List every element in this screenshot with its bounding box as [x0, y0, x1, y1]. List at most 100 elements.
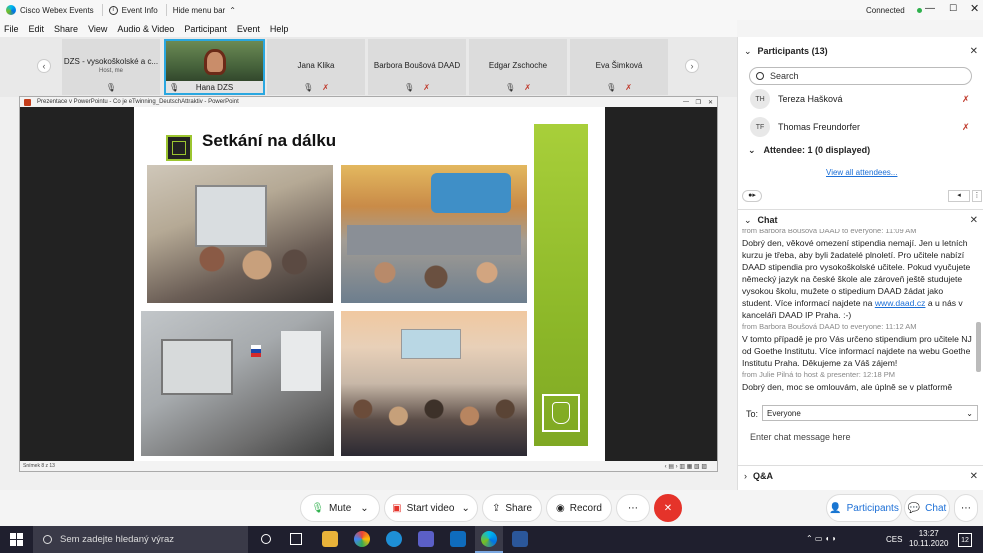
slide-photo [147, 165, 333, 303]
view-all-attendees-link[interactable]: View all attendees... [826, 168, 897, 177]
strip-prev-button[interactable]: ‹ [37, 59, 51, 73]
edge-icon[interactable] [386, 531, 402, 547]
teams-icon[interactable] [418, 531, 434, 547]
more-options-button[interactable]: ⋯ [616, 494, 650, 522]
video-off-icon: ▣ [392, 502, 402, 514]
chat-scrollbar[interactable] [976, 322, 981, 372]
slide-logo-icon [166, 135, 192, 161]
participant-tile-host[interactable]: DZS - vysokoškolské a c... Host, me 🎙 [62, 39, 161, 95]
info-icon: i [108, 5, 118, 15]
share-button[interactable]: ⇪ Share [482, 494, 542, 522]
people-icon: 👤 [829, 502, 842, 514]
menu-file[interactable]: File [4, 24, 19, 34]
minimize-button[interactable]: — [925, 3, 935, 14]
person-silhouette [204, 49, 226, 75]
menu-audio-video[interactable]: Audio & Video [117, 24, 174, 34]
chevron-up-icon: ⌃ [229, 5, 236, 15]
chrome-icon[interactable] [354, 531, 370, 547]
chevron-down-icon: ⌄ [744, 214, 752, 225]
qa-panel-header[interactable]: › Q&A ✕ [738, 467, 983, 485]
clock[interactable]: 13:27 10.11.2020 [909, 529, 948, 549]
participant-search-input[interactable]: Search [749, 67, 972, 85]
chat-messages: from Barbora Boušová DAAD to everyone: 1… [738, 229, 983, 399]
menu-share[interactable]: Share [54, 24, 78, 34]
word-icon[interactable] [512, 531, 528, 547]
mic-muted-icon[interactable]: ✗ [962, 122, 970, 133]
participants-toggle-button[interactable]: 👤 Participants [826, 494, 902, 522]
meeting-controls: 🎙 Mute ⌄ ▣ Start video ⌄ ⇪ Share ◉ Recor… [0, 490, 983, 526]
menu-event[interactable]: Event [237, 24, 260, 34]
ppt-view-icons: ‹ ▤ › ▥ ▦ ▧ ▨ [664, 463, 707, 470]
microphone-icon: 🎙 [169, 82, 180, 92]
task-view-icon[interactable] [290, 533, 302, 545]
chat-bubble-icon: 💬 [907, 502, 921, 514]
mic-muted-icon[interactable]: ✗ [962, 94, 970, 105]
participant-row[interactable]: TH Tereza Hašková [750, 88, 843, 110]
participant-tile[interactable]: Barbora Boušová DAAD 🎙 ✗ [368, 39, 467, 95]
chevron-down-icon: ⌄ [360, 502, 369, 514]
menu-help[interactable]: Help [270, 24, 289, 34]
ppt-close-icon: ✕ [707, 99, 713, 106]
close-chat-icon[interactable]: ✕ [970, 215, 978, 226]
maximize-button[interactable]: ☐ [949, 3, 957, 14]
mute-button[interactable]: 🎙 Mute ⌄ [300, 494, 380, 522]
more-options-icon[interactable]: ⋮ [972, 190, 982, 202]
tray-icons[interactable]: ⌃ ▭ ◖ ◗ [806, 534, 837, 543]
hands-icon [542, 394, 580, 432]
chat-panel-header[interactable]: ⌄ Chat ✕ [738, 211, 983, 229]
webex-taskbar-button[interactable] [475, 526, 503, 553]
microphone-icon: 🎙 [303, 83, 314, 92]
windows-start-icon[interactable] [10, 533, 23, 546]
mic-muted-icon: ✗ [524, 83, 531, 92]
input-language[interactable]: CES [886, 535, 902, 544]
chat-to-label: To: [746, 409, 759, 419]
connected-dot-icon [916, 7, 922, 13]
slide-photo [141, 311, 334, 456]
participant-tile-active[interactable]: 🎙 Hana DZS [164, 39, 265, 95]
audio-toggle-icon[interactable]: ●▸ [742, 190, 762, 202]
raise-hand-icon[interactable]: ◂ [948, 190, 970, 202]
event-info-button[interactable]: i Event Info [108, 5, 158, 15]
ppt-statusbar: Snímek 8 z 13 ‹ ▤ › ▥ ▦ ▧ ▨ [20, 461, 717, 471]
strip-next-button[interactable]: › [685, 59, 699, 73]
menu-participant[interactable]: Participant [184, 24, 227, 34]
chat-input[interactable]: Enter chat message here [750, 432, 851, 442]
chevron-down-icon: ⌄ [744, 45, 752, 56]
participant-tile[interactable]: Jana Klika 🎙 ✗ [267, 39, 366, 95]
attendee-group-toggle[interactable]: ⌄ Attendee: 1 (0 displayed) [748, 145, 870, 156]
chat-link[interactable]: www.daad.cz [875, 298, 926, 308]
participant-tile[interactable]: Edgar Zschoche 🎙 ✗ [469, 39, 568, 95]
record-button[interactable]: ◉ Record [546, 494, 612, 522]
menu-bar: File Edit Share View Audio & Video Parti… [0, 20, 737, 37]
file-explorer-icon[interactable] [322, 531, 338, 547]
ppt-titlebar: Prezentace v PowerPointu - Co je eTwinni… [20, 97, 717, 107]
close-participants-icon[interactable]: ✕ [970, 46, 978, 57]
chat-toggle-button[interactable]: 💬 Chat [904, 494, 950, 522]
microphone-icon: 🎙 [311, 502, 325, 514]
avatar: TF [750, 117, 770, 137]
participant-tile[interactable]: Eva Šimková 🎙 ✗ [570, 39, 669, 95]
hide-menu-button[interactable]: Hide menu bar ⌃ [173, 6, 236, 15]
more-panels-button[interactable]: ⋯ [954, 494, 978, 522]
close-window-button[interactable]: ✕ [970, 2, 979, 15]
close-qa-icon[interactable]: ✕ [970, 471, 978, 482]
chat-message: Dobrý den, moc se omlouvám, ale úplně se… [742, 382, 953, 392]
chat-recipient-select[interactable]: Everyone ⌄ [762, 405, 978, 421]
end-meeting-button[interactable]: ✕ [654, 494, 682, 522]
record-icon: ◉ [556, 502, 565, 514]
menu-edit[interactable]: Edit [29, 24, 45, 34]
outlook-icon[interactable] [450, 531, 466, 547]
powerpoint-icon [24, 98, 31, 106]
chevron-down-icon: ⌄ [966, 408, 973, 418]
mic-muted-icon: ✗ [423, 83, 430, 92]
notifications-icon[interactable]: 12 [958, 533, 972, 547]
start-video-button[interactable]: ▣ Start video ⌄ [384, 494, 478, 522]
microphone-icon: 🎙 [505, 83, 516, 92]
participant-row[interactable]: TF Thomas Freundorfer [750, 116, 860, 138]
avatar: TH [750, 89, 770, 109]
cortana-icon[interactable] [261, 534, 271, 544]
participants-panel-header[interactable]: ⌄ Participants (13) ✕ [738, 42, 983, 60]
windows-taskbar: Sem zadejte hledaný výraz ⌃ ▭ ◖ ◗ CES 13… [0, 526, 983, 553]
menu-view[interactable]: View [88, 24, 107, 34]
taskbar-search-input[interactable]: Sem zadejte hledaný výraz [33, 526, 248, 553]
